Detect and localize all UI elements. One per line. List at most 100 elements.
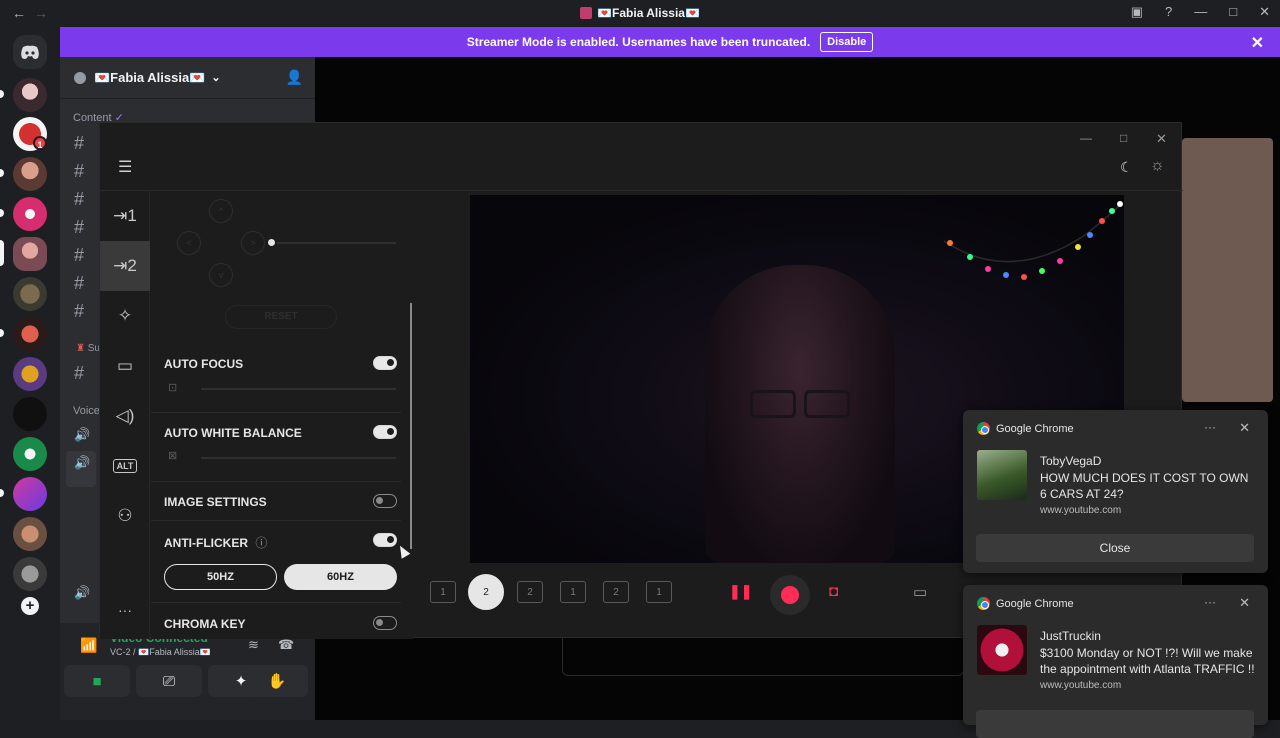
channel-hash-icon[interactable]: # — [74, 363, 84, 384]
close-icon[interactable]: ✕ — [1251, 33, 1264, 53]
server-header[interactable]: 💌Fabia Alissia💌 ⌄ 👤 — [60, 57, 315, 99]
discord-home-icon[interactable] — [13, 35, 47, 69]
chrome-notification[interactable]: Google Chrome ··· ✕ JustTruckin $3100 Mo… — [963, 585, 1268, 738]
add-server-icon[interactable]: + — [21, 597, 39, 615]
notification-action-button[interactable] — [976, 710, 1254, 738]
layout-1-button[interactable]: 1 — [430, 581, 456, 603]
video-tile[interactable] — [1182, 138, 1273, 402]
server-icon[interactable] — [13, 78, 47, 112]
alt-mode-icon[interactable]: ALT — [100, 441, 150, 491]
settings-scrollbar[interactable] — [410, 303, 412, 549]
close-icon[interactable]: ✕ — [1239, 420, 1250, 436]
server-icon[interactable] — [13, 397, 47, 431]
channel-hash-icon[interactable]: # — [74, 133, 84, 154]
tilt-up-icon[interactable]: ^ — [209, 199, 233, 223]
server-icon[interactable] — [13, 357, 47, 391]
50hz-button[interactable]: 50HZ — [164, 564, 277, 590]
chrome-notification[interactable]: Google Chrome ··· ✕ TobyVegaD HOW MUCH D… — [963, 410, 1268, 573]
input-1-icon[interactable]: ⇥1 — [100, 191, 150, 241]
close-notification-button[interactable]: Close — [976, 534, 1254, 562]
more-options-icon[interactable]: ··· — [1204, 595, 1216, 609]
maximize-icon[interactable]: □ — [1120, 131, 1127, 145]
video-camera-icon[interactable]: ▭ — [100, 341, 150, 391]
server-icon[interactable] — [13, 477, 47, 511]
input-2-icon[interactable]: ⇥2 — [100, 241, 150, 291]
close-icon[interactable]: ✕ — [1156, 131, 1167, 147]
server-icon[interactable] — [13, 197, 47, 231]
pan-tilt-pad[interactable]: ^ < > v — [177, 199, 267, 289]
server-icon[interactable] — [13, 237, 47, 271]
focus-slider[interactable] — [201, 388, 396, 390]
user-profile-icon[interactable]: ⚇ — [100, 491, 150, 541]
anti-flicker-toggle[interactable] — [373, 533, 397, 547]
notification-thumbnail — [977, 450, 1027, 500]
help-icon[interactable]: ? — [1165, 4, 1172, 20]
channel-hash-icon[interactable]: # — [74, 161, 84, 182]
minimize-icon[interactable]: — — [1194, 4, 1207, 20]
channel-hash-icon[interactable]: # — [74, 273, 84, 294]
server-icon[interactable] — [13, 437, 47, 471]
auto-white-balance-label: AUTO WHITE BALANCE — [164, 426, 302, 440]
voice-channel-name[interactable]: VC-2 / 💌Fabia Alissia💌 — [110, 647, 211, 658]
maximize-icon[interactable]: □ — [1229, 4, 1237, 20]
auto-white-balance-toggle[interactable] — [373, 425, 397, 439]
server-icon[interactable] — [13, 157, 47, 191]
chroma-key-toggle[interactable] — [373, 616, 397, 630]
category-voice[interactable]: Voice — [73, 405, 100, 417]
screen-share-button[interactable]: ⎚ — [136, 665, 202, 697]
disable-button[interactable]: Disable — [820, 32, 874, 52]
layout-pip-1-button[interactable]: 1 — [560, 581, 586, 603]
category-sub[interactable]: ♜ Su — [76, 343, 100, 354]
close-icon[interactable]: ✕ — [1239, 595, 1250, 611]
signal-icon[interactable]: 📶 — [80, 637, 97, 654]
auto-focus-toggle[interactable] — [373, 356, 397, 370]
close-window-icon[interactable]: ✕ — [1259, 4, 1270, 20]
snapshot-camera-icon[interactable]: ◘ — [829, 583, 838, 600]
channel-hash-icon[interactable]: # — [74, 217, 84, 238]
reset-button[interactable]: RESET — [225, 305, 337, 329]
camera-button[interactable]: ■ — [64, 665, 130, 697]
pan-right-icon[interactable]: > — [241, 231, 265, 255]
speaker-icon[interactable]: 🔊 — [74, 585, 90, 601]
zoom-slider-thumb[interactable] — [266, 237, 277, 248]
channel-hash-icon[interactable]: # — [74, 301, 84, 322]
layout-2-button[interactable]: 2 — [468, 574, 504, 610]
tilt-down-icon[interactable]: v — [209, 263, 233, 287]
channel-hash-icon[interactable]: # — [74, 245, 84, 266]
server-boost-icon — [74, 71, 86, 84]
layout-split-12-button[interactable]: 2 — [603, 581, 629, 603]
folder-icon[interactable]: ▭ — [913, 583, 927, 601]
layout-split-21-button[interactable]: 1 — [646, 581, 672, 603]
light-mode-icon[interactable]: ☼ — [1150, 157, 1165, 175]
speaker-icon[interactable]: 🔊 — [74, 427, 90, 443]
soundboard-button[interactable]: ✋ — [246, 665, 308, 697]
white-balance-icon: ⊠ — [168, 450, 178, 462]
60hz-button[interactable]: 60HZ — [284, 564, 397, 590]
person-silhouette — [705, 265, 895, 563]
server-icon[interactable] — [13, 517, 47, 551]
image-settings-toggle[interactable] — [373, 494, 397, 508]
channel-hash-icon[interactable]: # — [74, 189, 84, 210]
layout-pip-2-button[interactable]: 2 — [517, 581, 543, 603]
server-icon[interactable] — [13, 317, 47, 351]
more-options-icon[interactable]: ··· — [1204, 420, 1216, 434]
more-options-icon[interactable]: ··· — [100, 585, 150, 635]
white-balance-slider[interactable] — [201, 457, 396, 459]
audio-speaker-icon[interactable]: ◁) — [100, 391, 150, 441]
info-icon[interactable]: ⓘ — [255, 536, 267, 550]
record-button[interactable] — [770, 575, 810, 615]
noise-suppression-icon[interactable]: ≋ — [248, 637, 259, 653]
hamburger-menu-icon[interactable]: ☰ — [118, 157, 132, 177]
invite-user-icon[interactable]: 👤 — [286, 69, 303, 86]
dark-mode-icon[interactable]: ☾ — [1120, 159, 1133, 176]
server-icon[interactable] — [13, 557, 47, 591]
zoom-slider-track[interactable] — [271, 242, 396, 244]
active-voice-channel[interactable]: 🔊 — [66, 451, 96, 487]
minimize-icon[interactable]: — — [1080, 131, 1092, 145]
disconnect-icon[interactable]: ☎ — [278, 637, 294, 653]
effects-wand-icon[interactable]: ✧ — [100, 291, 150, 341]
pause-icon[interactable]: ❚❚ — [729, 583, 752, 600]
server-icon[interactable] — [13, 277, 47, 311]
pan-left-icon[interactable]: < — [177, 231, 201, 255]
inbox-icon[interactable]: ▣ — [1131, 4, 1143, 20]
